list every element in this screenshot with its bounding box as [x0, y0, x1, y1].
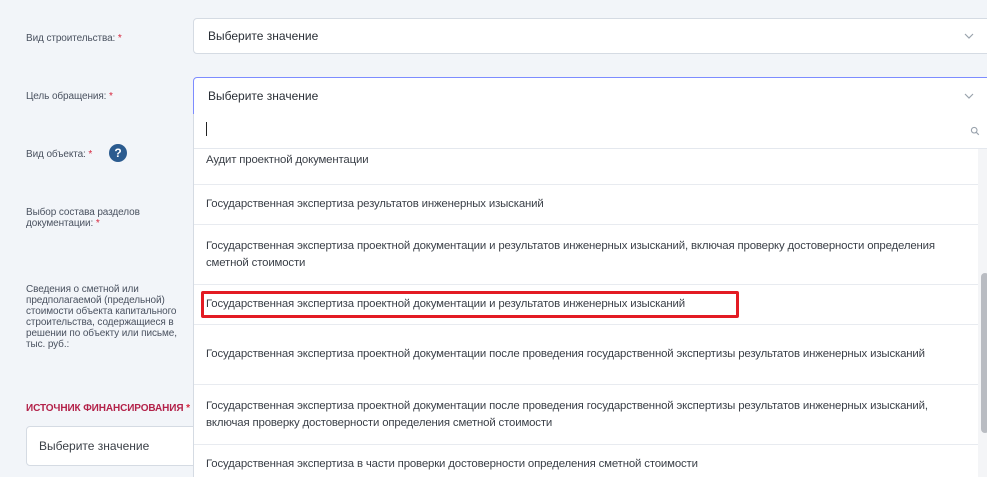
sections-label: Выбор состава разделов документации: *: [26, 207, 140, 229]
dropdown-search-input[interactable]: [194, 114, 987, 149]
dropdown-option[interactable]: Государственная экспертиза проектной док…: [194, 385, 980, 445]
dropdown-option[interactable]: Государственная экспертиза результатов и…: [194, 185, 980, 225]
purpose-dropdown: Аудит проектной документации Государстве…: [193, 114, 987, 477]
chevron-down-icon: [964, 93, 974, 99]
funding-label: ИСТОЧНИК ФИНАНСИРОВАНИЯ *: [26, 403, 190, 414]
object-type-label: Вид объекта: *: [26, 149, 93, 160]
funding-select[interactable]: Выберите значение: [26, 426, 201, 466]
purpose-label: Цель обращения: *: [26, 91, 113, 102]
chevron-down-icon: [964, 33, 974, 39]
dropdown-options: Аудит проектной документации Государстве…: [194, 149, 980, 477]
search-icon: [970, 126, 980, 136]
text-caret: [206, 122, 207, 136]
dropdown-scrollbar[interactable]: [978, 149, 987, 477]
required-marker: *: [117, 33, 122, 44]
dropdown-option[interactable]: Государственная экспертиза проектной док…: [194, 225, 980, 285]
scrollbar-thumb[interactable]: [981, 273, 987, 433]
purpose-select[interactable]: Выберите значение: [193, 77, 987, 115]
required-marker: *: [95, 218, 100, 229]
required-marker: *: [88, 149, 93, 160]
construction-type-value: Выберите значение: [208, 29, 319, 43]
construction-type-select[interactable]: Выберите значение: [193, 18, 987, 54]
required-marker: *: [109, 91, 113, 102]
dropdown-option[interactable]: Государственная экспертиза в части прове…: [194, 445, 980, 477]
help-icon[interactable]: ?: [109, 144, 127, 162]
dropdown-option-highlighted[interactable]: Государственная экспертиза проектной док…: [194, 285, 980, 325]
cost-info-label: Сведения о сметной или предполагаемой (п…: [26, 284, 177, 350]
required-marker: *: [186, 403, 190, 414]
funding-value: Выберите значение: [39, 439, 150, 453]
dropdown-option[interactable]: Государственная экспертиза проектной док…: [194, 325, 980, 385]
purpose-value: Выберите значение: [208, 89, 319, 103]
construction-type-label: Вид строительства: *: [26, 33, 122, 44]
dropdown-option[interactable]: Аудит проектной документации: [194, 149, 980, 185]
